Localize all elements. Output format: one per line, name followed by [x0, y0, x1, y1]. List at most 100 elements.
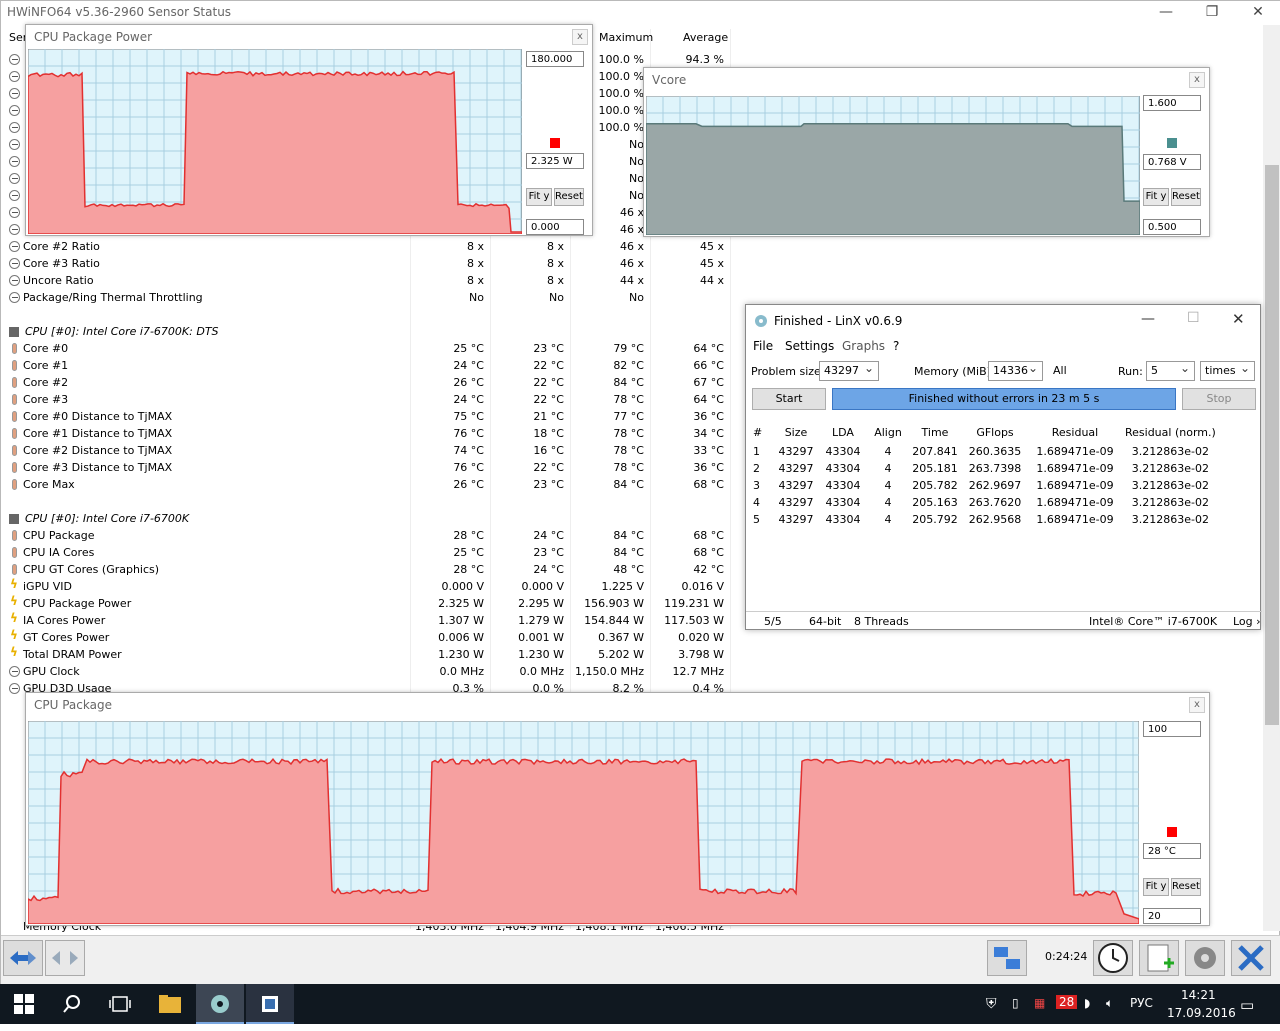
hwinfo-tray-icon[interactable]: ▦ [1034, 996, 1045, 1010]
linx-minimize-button[interactable]: — [1141, 311, 1155, 327]
results-row[interactable]: 5 43297 43304 4 205.792 262.9568 1.689471e-09 3… [750, 511, 1219, 528]
vertical-scrollbar[interactable] [1263, 25, 1280, 931]
table-row[interactable]: Uncore Ratio 8 x 8 x 44 x 44 x [1, 272, 731, 289]
scroll-thumb[interactable] [1265, 165, 1279, 725]
table-row[interactable]: Core #2 Ratio 8 x 8 x 46 x 45 x [1, 238, 731, 255]
clock-time[interactable]: 14:21 [1181, 988, 1216, 1002]
run-count-select[interactable]: 5 [1146, 361, 1195, 381]
graph-color-swatch[interactable] [1167, 827, 1177, 837]
graph-top-value[interactable]: 100 [1143, 721, 1201, 737]
table-row[interactable]: CPU IA Cores 25 °C 23 °C 84 °C 68 °C [1, 544, 731, 561]
table-row[interactable]: Core #1 Distance to TjMAX 76 °C 18 °C 78 °C… [1, 425, 731, 442]
menu-settings[interactable]: Settings [785, 339, 834, 353]
nav-right-button[interactable] [45, 940, 85, 976]
table-row[interactable]: ϟ IA Cores Power 1.307 W 1.279 W 154.844 W 11… [1, 612, 731, 629]
table-row[interactable]: ϟ Total DRAM Power 1.230 W 1.230 W 5.202 W 3.… [1, 646, 731, 663]
table-row[interactable]: Core #0 Distance to TjMAX 75 °C 21 °C 77 °C… [1, 408, 731, 425]
table-row[interactable]: CPU [#0]: Intel Core i7-6700K: DTS [1, 323, 731, 340]
close-button[interactable]: ✕ [1235, 1, 1280, 25]
table-row[interactable]: CPU [#0]: Intel Core i7-6700K [1, 510, 731, 527]
table-row[interactable]: Core #3 Ratio 8 x 8 x 46 x 45 x [1, 255, 731, 272]
volume-icon[interactable]: 🔈︎ [1106, 996, 1113, 1011]
table-row[interactable]: Core #3 Distance to TjMAX 76 °C 22 °C 78 °C… [1, 459, 731, 476]
menu-graphs[interactable]: Graphs [842, 339, 885, 353]
linx-close-button[interactable]: ✕ [1232, 310, 1245, 328]
task-view-button[interactable] [96, 984, 144, 1024]
graph-bottom-value[interactable]: 0.000 [526, 219, 584, 235]
table-row[interactable]: Core #0 25 °C 23 °C 79 °C 64 °C [1, 340, 731, 357]
memory-select[interactable]: 14336 [988, 361, 1043, 381]
menu-file[interactable]: File [753, 339, 773, 353]
table-row[interactable]: Package/Ring Thermal Throttling No No No [1, 289, 731, 306]
exit-button[interactable] [1231, 940, 1271, 976]
results-column-header[interactable]: LDA [818, 421, 868, 443]
all-memory-toggle[interactable]: All [1053, 364, 1067, 377]
graph-close-button[interactable]: x [572, 29, 588, 45]
graph-top-value[interactable]: 1.600 [1143, 95, 1201, 111]
table-row[interactable]: Core Max 26 °C 23 °C 84 °C 68 °C [1, 476, 731, 493]
results-row[interactable]: 1 43297 43304 4 207.841 260.3635 1.689471e-09 3… [750, 443, 1219, 460]
log-button[interactable]: Log › [1233, 615, 1261, 628]
results-row[interactable]: 3 43297 43304 4 205.782 262.9697 1.689471e-09 3… [750, 477, 1219, 494]
table-row[interactable]: Core #2 Distance to TjMAX 74 °C 16 °C 78 °C… [1, 442, 731, 459]
nav-left-button[interactable] [3, 940, 43, 976]
linx-maximize-button[interactable]: ☐ [1187, 310, 1200, 326]
table-row[interactable]: ϟ iGPU VID 0.000 V 0.000 V 1.225 V 0.016 V [1, 578, 731, 595]
graph-top-value[interactable]: 180.000 [526, 51, 584, 67]
maximize-button[interactable]: ❐ [1189, 1, 1235, 25]
temperature-badge[interactable]: 28 [1056, 995, 1077, 1009]
clock-date[interactable]: 17.09.2016 [1167, 1006, 1236, 1020]
fit-y-button[interactable]: Fit y [526, 188, 552, 206]
taskbar-hwinfo[interactable] [246, 984, 294, 1024]
results-column-header[interactable]: # [750, 421, 774, 443]
results-row[interactable]: 4 43297 43304 4 205.163 263.7620 1.689471e-09 3… [750, 494, 1219, 511]
table-row[interactable]: Core #3 24 °C 22 °C 78 °C 64 °C [1, 391, 731, 408]
start-button[interactable]: Start [752, 388, 826, 410]
taskbar-linx[interactable] [196, 984, 244, 1024]
graph-color-swatch[interactable] [550, 138, 560, 148]
start-menu-button[interactable] [0, 984, 48, 1024]
results-column-header[interactable]: Align [868, 421, 908, 443]
notifications-icon[interactable]: ▭ [1240, 996, 1254, 1014]
table-row[interactable] [1, 306, 731, 323]
results-column-header[interactable]: Residual [1028, 421, 1122, 443]
defender-icon[interactable]: ⛨ [986, 996, 997, 1012]
report-button[interactable] [1139, 940, 1179, 976]
search-button[interactable] [48, 984, 96, 1024]
taskbar-explorer[interactable] [146, 984, 194, 1024]
problem-size-select[interactable]: 43297 [819, 361, 879, 381]
header-average[interactable]: Average [683, 31, 728, 44]
reset-button[interactable]: Reset [554, 188, 584, 206]
reset-button[interactable]: Reset [1171, 878, 1201, 896]
results-column-header[interactable]: Size [774, 421, 818, 443]
graph-color-swatch[interactable] [1167, 138, 1177, 148]
fit-y-button[interactable]: Fit y [1143, 188, 1169, 206]
graph-cpu-package[interactable]: CPU Package x 100 28 °C Fit y Reset 20 [25, 692, 1210, 926]
network-icon[interactable]: ◗ [1084, 996, 1090, 1010]
graph-bottom-value[interactable]: 20 [1143, 908, 1201, 924]
graph-cpu-package-power[interactable]: CPU Package Power x 180.000 2.325 W Fit … [25, 24, 593, 236]
table-row[interactable]: Core #1 24 °C 22 °C 82 °C 66 °C [1, 357, 731, 374]
menu-help[interactable]: ? [893, 339, 899, 353]
table-row[interactable]: Core #2 26 °C 22 °C 84 °C 67 °C [1, 374, 731, 391]
settings-button[interactable] [1185, 940, 1225, 976]
minimize-button[interactable]: — [1143, 1, 1189, 25]
table-row[interactable] [1, 493, 731, 510]
table-row[interactable]: CPU Package 28 °C 24 °C 84 °C 68 °C [1, 527, 731, 544]
fit-y-button[interactable]: Fit y [1143, 878, 1169, 896]
results-column-header[interactable]: Time [908, 421, 962, 443]
graph-vcore[interactable]: Vcore x 1.600 0.768 V Fit y Reset 0.500 [643, 67, 1210, 237]
run-unit-select[interactable]: times [1200, 361, 1255, 381]
clock-button[interactable] [1093, 940, 1133, 976]
table-row[interactable]: ϟ GT Cores Power 0.006 W 0.001 W 0.367 W 0.02… [1, 629, 731, 646]
table-row[interactable]: CPU GT Cores (Graphics) 28 °C 24 °C 48 °C 42… [1, 561, 731, 578]
network-button[interactable] [987, 940, 1027, 976]
results-column-header[interactable]: GFlops [962, 421, 1028, 443]
language-indicator[interactable]: РУС [1130, 996, 1153, 1010]
graph-bottom-value[interactable]: 0.500 [1143, 219, 1201, 235]
table-row[interactable]: ϟ CPU Package Power 2.325 W 2.295 W 156.903 … [1, 595, 731, 612]
reset-button[interactable]: Reset [1171, 188, 1201, 206]
results-row[interactable]: 2 43297 43304 4 205.181 263.7398 1.689471e-09 3… [750, 460, 1219, 477]
graph-close-button[interactable]: x [1189, 72, 1205, 88]
results-column-header[interactable]: Residual (norm.) [1122, 421, 1219, 443]
